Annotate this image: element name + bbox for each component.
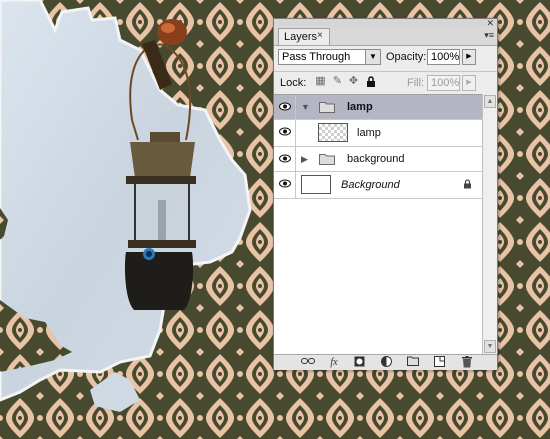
- new-group-icon[interactable]: [406, 356, 420, 369]
- eye-icon: [279, 127, 291, 136]
- layers-footer-toolbar: fx: [274, 354, 497, 370]
- panel-menu-icon[interactable]: ▾≡: [484, 30, 494, 41]
- new-layer-icon[interactable]: [432, 356, 446, 369]
- eye-icon: [279, 154, 291, 163]
- visibility-toggle[interactable]: [274, 95, 296, 119]
- eye-icon: [279, 102, 291, 111]
- lock-position-icon[interactable]: ✥: [348, 76, 359, 87]
- opacity-label: Opacity:: [386, 51, 427, 63]
- fill-label: Fill:: [407, 77, 425, 89]
- layer-name: lamp: [347, 101, 373, 113]
- layer-name: Background: [341, 179, 400, 191]
- fill-slider-button[interactable]: ▶: [462, 75, 476, 91]
- chevron-down-icon[interactable]: ▼: [365, 50, 380, 64]
- tab-close-icon[interactable]: ×: [317, 30, 323, 41]
- blend-mode-select[interactable]: Pass Through ▼: [278, 49, 381, 65]
- divider: [274, 71, 497, 72]
- folder-icon: [319, 154, 335, 165]
- layer-row-background-group[interactable]: ▶ background: [274, 147, 482, 172]
- scroll-up-icon[interactable]: ▲: [484, 95, 496, 108]
- fill-input[interactable]: 100%: [427, 75, 460, 91]
- lock-label: Lock:: [280, 77, 307, 89]
- opacity-value: 100%: [431, 51, 460, 63]
- blend-mode-value: Pass Through: [282, 51, 351, 63]
- lock-icon: [464, 179, 471, 189]
- visibility-toggle[interactable]: [274, 147, 296, 171]
- layer-row-lamp[interactable]: lamp: [274, 120, 482, 147]
- fx-icon[interactable]: fx: [326, 356, 342, 369]
- disclosure-triangle-closed-icon[interactable]: ▶: [301, 154, 308, 165]
- layer-thumbnail: [301, 175, 331, 194]
- layer-thumbnail: [318, 123, 348, 142]
- layer-mask-icon[interactable]: [352, 356, 366, 369]
- layer-name: background: [347, 153, 405, 165]
- layer-name: lamp: [357, 127, 381, 139]
- adjustment-layer-icon[interactable]: [379, 356, 393, 369]
- folder-icon: [319, 102, 335, 113]
- layers-panel: ✕ Layers × ▾≡ Pass Through ▼ Opacity: 10…: [273, 18, 498, 370]
- layers-list: ▼ lamp lamp ▶ background Background: [274, 94, 482, 355]
- disclosure-triangle-open-icon[interactable]: ▼: [301, 102, 310, 112]
- lock-transparent-pixels-icon[interactable]: ▦: [315, 76, 326, 87]
- visibility-toggle[interactable]: [274, 120, 296, 146]
- opacity-input[interactable]: 100%: [427, 49, 460, 65]
- lock-all-icon[interactable]: [365, 76, 376, 87]
- panel-tab-row: Layers ×: [274, 27, 497, 46]
- lock-image-pixels-icon[interactable]: ✎: [332, 76, 343, 87]
- eye-icon: [279, 179, 291, 188]
- opacity-slider-button[interactable]: ▶: [462, 49, 476, 65]
- layers-scrollbar[interactable]: ▲ ▼: [482, 94, 497, 354]
- fill-value: 100%: [431, 77, 460, 89]
- tab-layers-label: Layers: [284, 31, 318, 43]
- link-layers-icon[interactable]: [300, 356, 316, 369]
- scroll-down-icon[interactable]: ▼: [484, 340, 496, 353]
- layer-row-background[interactable]: Background: [274, 172, 482, 199]
- trash-icon[interactable]: [460, 356, 474, 369]
- visibility-toggle[interactable]: [274, 172, 296, 198]
- layer-row-lamp-group[interactable]: ▼ lamp: [274, 95, 482, 120]
